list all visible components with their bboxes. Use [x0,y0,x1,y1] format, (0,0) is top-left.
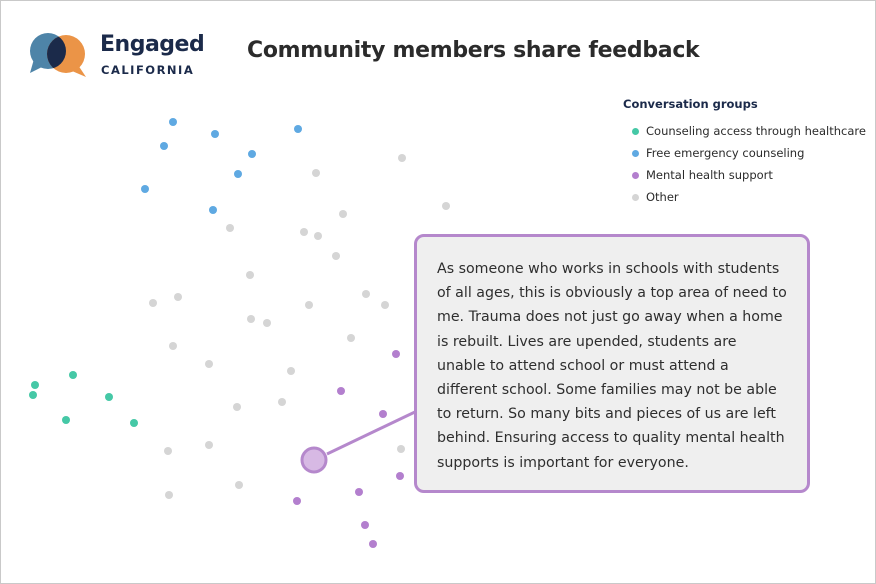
point-mental-health[interactable] [379,410,387,418]
point-other[interactable] [263,319,271,327]
point-free-emergency[interactable] [141,185,149,193]
point-other[interactable] [278,398,286,406]
legend-label: Counseling access through healthcare [646,124,866,138]
point-free-emergency[interactable] [294,125,302,133]
point-other[interactable] [381,301,389,309]
point-other[interactable] [165,491,173,499]
point-free-emergency[interactable] [160,142,168,150]
point-mental-health[interactable] [337,387,345,395]
point-other[interactable] [339,210,347,218]
point-other[interactable] [287,367,295,375]
point-free-emergency[interactable] [234,170,242,178]
point-other[interactable] [164,447,172,455]
feedback-callout: As someone who works in schools with stu… [414,234,810,493]
legend-item-other[interactable]: Other [623,186,863,208]
point-other[interactable] [233,403,241,411]
point-other[interactable] [246,271,254,279]
point-other[interactable] [300,228,308,236]
point-other[interactable] [305,301,313,309]
legend-label: Other [646,190,679,204]
legend-label: Free emergency counseling [646,146,805,160]
legend-swatch [632,171,639,179]
point-counseling-access[interactable] [130,419,138,427]
point-other[interactable] [247,315,255,323]
point-mental-health[interactable] [293,497,301,505]
point-mental-health[interactable] [361,521,369,529]
point-other[interactable] [347,334,355,342]
point-other[interactable] [397,445,405,453]
point-counseling-access[interactable] [62,416,70,424]
point-free-emergency[interactable] [248,150,256,158]
legend-item-mental-health[interactable]: Mental health support [623,164,863,186]
point-free-emergency[interactable] [211,130,219,138]
point-counseling-access[interactable] [31,381,39,389]
point-other[interactable] [149,299,157,307]
point-free-emergency[interactable] [209,206,217,214]
point-other[interactable] [312,169,320,177]
legend-title: Conversation groups [623,97,758,111]
legend-swatch [632,149,639,157]
point-other[interactable] [332,252,340,260]
selected-point[interactable] [300,446,328,474]
legend-swatch [632,193,639,201]
point-mental-health[interactable] [396,472,404,480]
point-other[interactable] [362,290,370,298]
point-mental-health[interactable] [355,488,363,496]
point-mental-health[interactable] [392,350,400,358]
point-other[interactable] [174,293,182,301]
legend-swatch [632,127,639,135]
feedback-quote: As someone who works in schools with stu… [437,261,787,471]
point-counseling-access[interactable] [105,393,113,401]
legend-label: Mental health support [646,168,773,182]
app-frame: Engaged CALIFORNIA Community members sha… [0,0,876,584]
point-other[interactable] [205,441,213,449]
legend: Conversation groups Counseling access th… [623,97,866,208]
legend-item-free-emergency[interactable]: Free emergency counseling [623,142,863,164]
point-other[interactable] [442,202,450,210]
point-free-emergency[interactable] [169,118,177,126]
point-mental-health[interactable] [369,540,377,548]
point-counseling-access[interactable] [29,391,37,399]
point-other[interactable] [169,342,177,350]
point-other[interactable] [314,232,322,240]
point-other[interactable] [205,360,213,368]
point-other[interactable] [226,224,234,232]
point-other[interactable] [398,154,406,162]
legend-item-counseling-access[interactable]: Counseling access through healthcare [623,120,866,142]
point-other[interactable] [235,481,243,489]
point-counseling-access[interactable] [69,371,77,379]
